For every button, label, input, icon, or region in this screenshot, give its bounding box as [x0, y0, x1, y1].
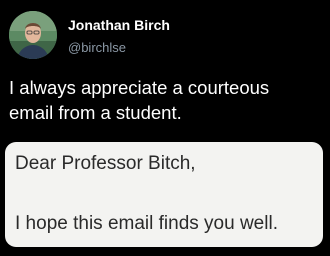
tweet-text: I always appreciate a courteous email fr… [9, 75, 321, 125]
email-body: I hope this email finds you well. [15, 213, 278, 234]
avatar[interactable] [9, 11, 57, 59]
tweet-text-line-1: I always appreciate a courteous [9, 77, 270, 98]
author-block: Jonathan Birch @birchlse [68, 16, 170, 56]
tweet-card: Jonathan Birch @birchlse I always apprec… [0, 0, 330, 256]
avatar-photo-icon [9, 11, 57, 59]
email-screenshot[interactable]: Dear Professor Bitch, I hope this email … [5, 142, 323, 247]
email-greeting: Dear Professor Bitch, [15, 153, 196, 174]
tweet-text-line-2: email from a student. [9, 102, 182, 123]
author-display-name[interactable]: Jonathan Birch [68, 16, 170, 34]
author-handle[interactable]: @birchlse [68, 39, 170, 56]
